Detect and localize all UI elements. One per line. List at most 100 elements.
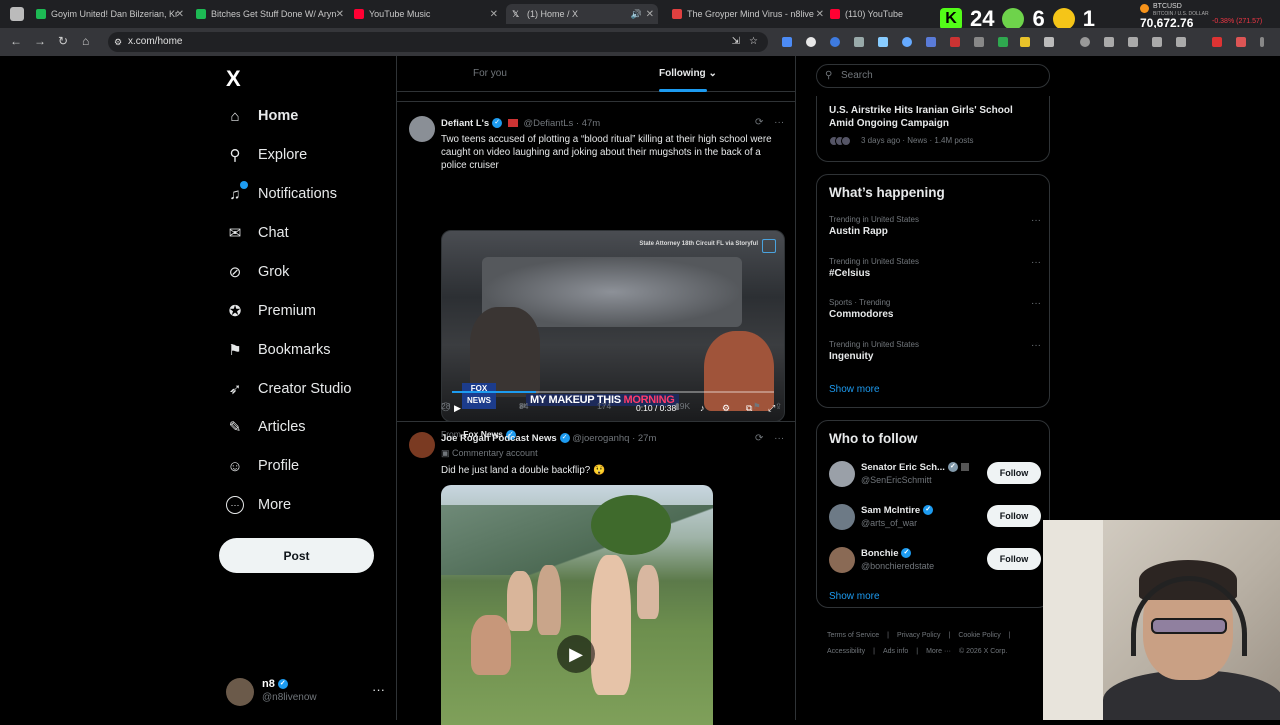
tab-following[interactable]: Following ⌄ bbox=[659, 68, 717, 79]
more-dots-icon[interactable]: ··· bbox=[1031, 340, 1041, 351]
nav-profile[interactable]: ☺ Profile bbox=[226, 451, 299, 481]
tab-close-icon[interactable]: ✕ bbox=[646, 9, 654, 20]
tab-close-icon[interactable]: ✕ bbox=[816, 9, 824, 20]
more-dots-icon[interactable]: ··· bbox=[1031, 215, 1041, 226]
trend-item[interactable]: Trending in United States Ingenuity ··· bbox=[829, 340, 1041, 362]
extension-icon[interactable] bbox=[1176, 37, 1186, 47]
extension-icon[interactable] bbox=[926, 37, 936, 47]
history-icon[interactable] bbox=[1080, 37, 1090, 47]
extension-icon[interactable] bbox=[830, 37, 840, 47]
browser-tab[interactable]: YouTube Music ✕ bbox=[354, 4, 498, 24]
follow-suggestion[interactable]: Senator Eric Sch... ✓ @SenEricSchmitt Fol… bbox=[829, 461, 1041, 497]
author-handle[interactable]: @DefiantLs · 47m bbox=[523, 118, 600, 129]
post-button[interactable]: Post bbox=[219, 538, 374, 573]
bookmark-star-icon[interactable]: ☆ bbox=[749, 32, 758, 52]
avatar[interactable] bbox=[409, 432, 435, 458]
browser-menu-icon[interactable] bbox=[10, 7, 24, 21]
show-more-link[interactable]: Show more bbox=[829, 591, 880, 602]
nav-notifications[interactable]: ♫ Notifications bbox=[226, 179, 337, 209]
browser-menu-dots-icon[interactable] bbox=[1260, 37, 1264, 47]
footer-link[interactable]: Ads info bbox=[883, 648, 908, 655]
nav-articles[interactable]: ✎ Articles bbox=[226, 412, 306, 442]
bookmark-button[interactable]: ⚑ bbox=[753, 401, 761, 412]
search-input[interactable]: ⚲ Search bbox=[816, 64, 1050, 88]
extension-icon[interactable] bbox=[902, 37, 912, 47]
video-progress[interactable] bbox=[452, 391, 774, 393]
more-dots-icon[interactable]: ··· bbox=[1031, 298, 1041, 309]
puzzle-icon[interactable] bbox=[1044, 37, 1054, 47]
follow-button[interactable]: Follow bbox=[987, 462, 1041, 484]
more-dots-icon[interactable]: ··· bbox=[774, 433, 784, 444]
browser-tab[interactable]: (110) YouTube bbox=[830, 4, 930, 24]
more-dots-icon[interactable]: ··· bbox=[372, 682, 385, 697]
follow-suggestion[interactable]: Bonchie ✓ @bonchieredstate Follow bbox=[829, 547, 1041, 583]
video-player[interactable]: State Attorney 18th Circuit FL via Story… bbox=[441, 230, 785, 422]
more-dots-icon[interactable]: ··· bbox=[774, 117, 784, 128]
avatar[interactable] bbox=[409, 116, 435, 142]
extension-icon[interactable] bbox=[1212, 37, 1222, 47]
x-logo-icon[interactable]: X bbox=[226, 66, 241, 92]
extension-icon[interactable] bbox=[1152, 37, 1162, 47]
tab-close-icon[interactable]: ✕ bbox=[336, 9, 344, 20]
play-icon[interactable]: ▶ bbox=[557, 635, 595, 673]
url-field[interactable]: ⚙ x.com/home ⇲ ☆ bbox=[108, 32, 768, 52]
trend-item[interactable]: Trending in United States #Celsius ··· bbox=[829, 257, 1041, 279]
follow-button[interactable]: Follow bbox=[987, 505, 1041, 527]
extension-icon[interactable] bbox=[1104, 37, 1114, 47]
extension-icon[interactable] bbox=[1236, 37, 1246, 47]
forward-icon[interactable]: → bbox=[34, 34, 46, 48]
footer-link[interactable]: Accessibility bbox=[827, 648, 865, 655]
footer-link[interactable]: Cookie Policy bbox=[958, 632, 1000, 639]
install-icon[interactable]: ⇲ bbox=[732, 32, 740, 52]
video-thumbnail[interactable]: ▶ bbox=[441, 485, 713, 725]
news-card[interactable]: U.S. Airstrike Hits Iranian Girls' Schoo… bbox=[816, 96, 1050, 162]
tab-for-you[interactable]: For you bbox=[473, 68, 507, 79]
author-name[interactable]: Joe Rogan Podcast News bbox=[441, 433, 557, 444]
browser-tab[interactable]: Bitches Get Stuff Done W/ Aryn ✕ bbox=[196, 4, 344, 24]
footer-link[interactable]: Privacy Policy bbox=[897, 632, 941, 639]
nav-more[interactable]: ⋯ More bbox=[226, 490, 291, 520]
expand-icon[interactable] bbox=[762, 239, 776, 253]
extension-icon[interactable] bbox=[1020, 37, 1030, 47]
browser-tab[interactable]: The Groyper Mind Virus - n8live ✕ bbox=[672, 4, 824, 24]
nav-explore[interactable]: ⚲ Explore bbox=[226, 140, 308, 170]
extension-icon[interactable] bbox=[974, 37, 984, 47]
show-more-link[interactable]: Show more bbox=[829, 384, 880, 395]
back-icon[interactable]: ← bbox=[10, 34, 22, 48]
follow-suggestion[interactable]: Sam McIntire ✓ @arts_of_war Follow bbox=[829, 504, 1041, 540]
extension-icon[interactable] bbox=[950, 37, 960, 47]
extension-icon[interactable] bbox=[854, 37, 864, 47]
share-icon[interactable]: ⇪ bbox=[775, 401, 782, 412]
browser-tab-active[interactable]: 𝕏 (1) Home / X 🔊 ✕ bbox=[506, 4, 658, 24]
author-name[interactable]: Defiant L's bbox=[441, 118, 489, 129]
nav-chat[interactable]: ✉ Chat bbox=[226, 218, 289, 248]
trend-item[interactable]: Sports · Trending Commodores ··· bbox=[829, 298, 1041, 320]
site-info-icon[interactable]: ⚙ bbox=[114, 32, 122, 52]
footer-link[interactable]: Terms of Service bbox=[827, 632, 879, 639]
extension-icon[interactable] bbox=[806, 37, 816, 47]
author-handle[interactable]: @joeroganhq · 27m bbox=[572, 433, 656, 444]
grok-icon[interactable]: ⟳ bbox=[755, 433, 763, 444]
extension-icon[interactable] bbox=[998, 37, 1008, 47]
nav-bookmarks[interactable]: ⚑ Bookmarks bbox=[226, 335, 330, 365]
extension-icon[interactable] bbox=[878, 37, 888, 47]
reload-icon[interactable]: ↻ bbox=[58, 34, 68, 48]
more-dots-icon[interactable]: ··· bbox=[1031, 257, 1041, 268]
extension-icon[interactable] bbox=[782, 37, 792, 47]
footer-link[interactable]: More ··· bbox=[926, 648, 951, 655]
browser-home-icon[interactable]: ⌂ bbox=[82, 34, 89, 48]
devtools-icon[interactable] bbox=[1128, 37, 1138, 47]
trend-item[interactable]: Trending in United States Austin Rapp ··… bbox=[829, 215, 1041, 237]
grok-icon[interactable]: ⟳ bbox=[755, 117, 763, 128]
tab-close-icon[interactable]: ✕ bbox=[490, 9, 498, 20]
follow-button[interactable]: Follow bbox=[987, 548, 1041, 570]
nav-creator-studio[interactable]: ➶ Creator Studio bbox=[226, 374, 352, 404]
nav-grok[interactable]: ⊘ Grok bbox=[226, 257, 290, 287]
tweet[interactable]: Defiant L's ✓ @DefiantLs · 47m ⟳ ··· Two … bbox=[397, 104, 795, 440]
tab-close-icon[interactable]: ✕ bbox=[176, 9, 184, 20]
speaker-icon[interactable]: 🔊 bbox=[631, 9, 642, 20]
nav-home[interactable]: ⌂ Home bbox=[226, 101, 298, 131]
browser-tab[interactable]: Goyim United! Dan Bilzerian, Kr ✕ bbox=[36, 4, 184, 24]
nav-premium[interactable]: ✪ Premium bbox=[226, 296, 316, 326]
account-switcher[interactable]: n8 ✓ @n8livenow ··· bbox=[226, 674, 386, 710]
